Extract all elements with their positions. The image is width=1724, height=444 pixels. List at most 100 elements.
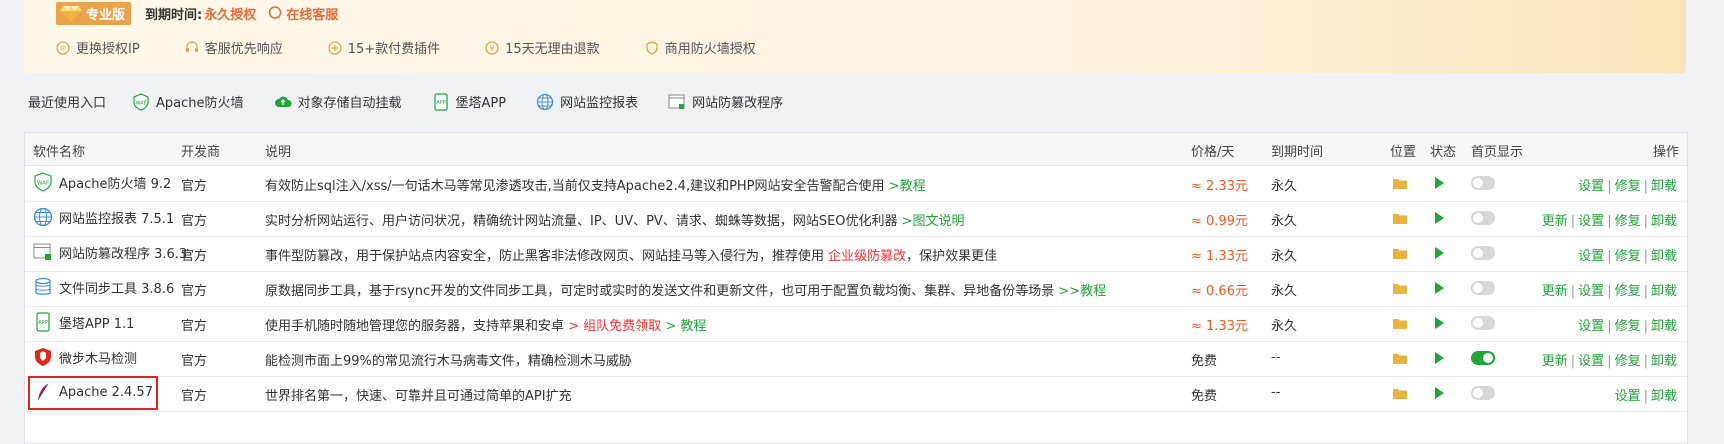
row-actions: 设置 | 卸载 [1615, 385, 1677, 404]
row-actions: 更新 | 设置 | 修复 | 卸载 [1542, 350, 1677, 369]
col-desc: 说明 [265, 145, 292, 160]
repair-link[interactable]: 修复 [1615, 319, 1641, 334]
uninstall-link[interactable]: 卸载 [1651, 354, 1677, 369]
software-name-cell: Apache 2.4.57 [33, 382, 153, 402]
update-link[interactable]: 更新 [1542, 354, 1568, 369]
uninstall-link[interactable]: 卸载 [1651, 214, 1677, 229]
table-row: 网站防篡改程序 3.6.3 官方 事件型防篡改，用于保护站点内容安全，防止黑客非… [25, 236, 1687, 272]
settings-link[interactable]: 设置 [1578, 319, 1604, 334]
home-display-toggle[interactable] [1471, 281, 1495, 295]
perk-list: IP 更换授权IP 客服优先响应 15+款付费插件 ¥15天无理由退款 商用防火墙… [56, 38, 801, 57]
toggle-knob [1483, 353, 1493, 363]
recent-entries: 最近使用入口 WAF Apache防火墙 对象存储自动挂载 APP 堡塔APP 网站… [24, 92, 813, 111]
cloud-upload-icon [274, 96, 292, 107]
price: ≈ 0.66元 [1191, 284, 1248, 299]
repair-link[interactable]: 修复 [1615, 179, 1641, 194]
folder-icon[interactable] [1393, 178, 1407, 189]
software-name-cell: 微步木马检测 [33, 347, 137, 367]
settings-link[interactable]: 设置 [1578, 179, 1604, 194]
plugin-icon [328, 40, 342, 55]
online-service-link[interactable]: 在线客服 [268, 4, 338, 23]
team-free-link[interactable]: > 组队免费领取 [568, 319, 661, 334]
recent-entry-bt-app[interactable]: APP 堡塔APP [432, 92, 507, 111]
update-link[interactable]: 更新 [1542, 284, 1568, 299]
recent-entry-site-monitor[interactable]: 网站监控报表 [536, 92, 638, 111]
tutorial-link[interactable]: > 教程 [661, 319, 706, 334]
svg-text:IP: IP [60, 45, 66, 52]
col-location: 位置 [1390, 145, 1417, 160]
home-display-toggle[interactable] [1471, 211, 1495, 225]
description: 实时分析网站运行、用户访问状况，精确统计网站流量、IP、UV、PV、请求、蜘蛛等… [265, 210, 965, 229]
uninstall-link[interactable]: 卸载 [1651, 179, 1677, 194]
col-name[interactable]: 软件名称 [33, 141, 85, 160]
home-display-toggle[interactable] [1471, 316, 1495, 330]
recent-entry-apache-waf[interactable]: WAF Apache防火墙 [132, 92, 244, 111]
developer: 官方 [181, 284, 208, 299]
recent-entries-label: 最近使用入口 [28, 96, 107, 111]
settings-link[interactable]: 设置 [1578, 354, 1604, 369]
description: 世界排名第一，快速、可靠并且可通过简单的API扩充 [265, 385, 572, 404]
tutorial-link[interactable]: >图文说明 [902, 214, 965, 229]
folder-icon[interactable] [1393, 388, 1407, 399]
recent-entry-label: 对象存储自动挂载 [297, 96, 402, 111]
settings-link[interactable]: 设置 [1578, 284, 1604, 299]
play-icon[interactable] [1435, 177, 1444, 189]
software-table: 软件名称 开发商 说明 价格/天 到期时间 位置 状态 首页显示 操作 WAF A… [24, 132, 1688, 444]
perk-item: ¥15天无理由退款 [485, 38, 600, 57]
folder-icon[interactable] [1393, 248, 1407, 259]
col-price[interactable]: 价格/天 [1191, 141, 1234, 160]
headset-icon [185, 40, 198, 52]
folder-icon[interactable] [1393, 318, 1407, 329]
description: 能检测市面上99%的常见流行木马病毒文件，精确检测木马威胁 [265, 350, 632, 369]
recent-entry-tamper-proof[interactable]: 网站防篡改程序 [668, 92, 783, 111]
settings-link[interactable]: 设置 [1578, 214, 1604, 229]
play-icon[interactable] [1435, 247, 1444, 259]
repair-link[interactable]: 修复 [1615, 354, 1641, 369]
settings-link[interactable]: 设置 [1578, 249, 1604, 264]
perk-label: 商用防火墙授权 [664, 42, 756, 57]
uninstall-link[interactable]: 卸载 [1651, 319, 1677, 334]
developer: 官方 [181, 389, 208, 404]
repair-link[interactable]: 修复 [1615, 249, 1641, 264]
uninstall-link[interactable]: 卸载 [1651, 389, 1677, 404]
repair-link[interactable]: 修复 [1615, 284, 1641, 299]
separator: | [1570, 214, 1576, 229]
software-name-cell: 网站监控报表 7.5.1 [33, 207, 174, 227]
separator: | [1643, 354, 1648, 369]
toggle-knob [1473, 283, 1483, 293]
online-service-label: 在线客服 [286, 7, 339, 23]
repair-link[interactable]: 修复 [1615, 214, 1641, 229]
settings-link[interactable]: 设置 [1615, 389, 1641, 404]
home-display-toggle[interactable] [1471, 351, 1495, 365]
play-icon[interactable] [1435, 317, 1444, 329]
home-display-toggle[interactable] [1471, 386, 1495, 400]
description: 原数据同步工具，基于rsync开发的文件同步工具，可定时或实时的发送文件和更新文… [265, 280, 1106, 299]
description: 事件型防篡改，用于保护站点内容安全，防止黑客非法修改网页、网站挂马等入侵行为，推… [265, 245, 997, 264]
uninstall-link[interactable]: 卸载 [1651, 284, 1677, 299]
enterprise-tamper-link[interactable]: 企业级防篡改 [828, 249, 906, 264]
uninstall-link[interactable]: 卸载 [1651, 249, 1677, 264]
folder-icon[interactable] [1393, 353, 1407, 364]
separator: | [1607, 319, 1612, 334]
expire-date: -- [1271, 350, 1281, 365]
folder-icon[interactable] [1393, 213, 1407, 224]
tutorial-link[interactable]: >>教程 [1058, 284, 1106, 299]
home-display-toggle[interactable] [1471, 176, 1495, 190]
update-link[interactable]: 更新 [1542, 214, 1568, 229]
separator: | [1570, 354, 1576, 369]
play-icon[interactable] [1435, 352, 1444, 364]
price: ≈ 1.33元 [1191, 319, 1248, 334]
diamond-icon [60, 6, 82, 21]
software-name-cell: APP 堡塔APP 1.1 [33, 312, 134, 332]
recent-entry-object-storage[interactable]: 对象存储自动挂载 [274, 92, 402, 111]
separator: | [1643, 249, 1648, 264]
play-icon[interactable] [1435, 387, 1444, 399]
expire-date: 永久 [1271, 284, 1298, 299]
tutorial-link[interactable]: >教程 [889, 179, 926, 194]
recent-entry-label: 堡塔APP [455, 96, 507, 111]
play-icon[interactable] [1435, 212, 1444, 224]
folder-icon[interactable] [1393, 283, 1407, 294]
home-display-toggle[interactable] [1471, 246, 1495, 260]
toggle-knob [1473, 388, 1483, 398]
play-icon[interactable] [1435, 282, 1444, 294]
